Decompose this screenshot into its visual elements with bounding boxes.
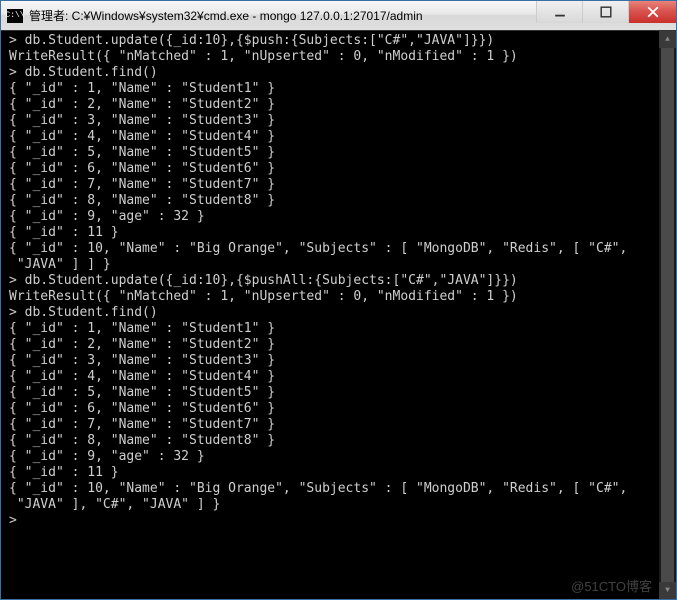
scroll-up-icon[interactable]: ▲	[659, 31, 676, 48]
terminal-area[interactable]: > db.Student.update({_id:10},{$push:{Sub…	[1, 31, 676, 599]
window-title: 管理者: C:¥Windows¥system32¥cmd.exe - mongo…	[29, 7, 536, 24]
terminal-output: > db.Student.update({_id:10},{$push:{Sub…	[9, 33, 668, 529]
cmd-icon: C:\\	[7, 9, 23, 23]
minimize-button[interactable]	[536, 1, 582, 23]
window-controls	[536, 1, 676, 30]
scrollbar-track[interactable]	[659, 48, 676, 582]
scroll-down-icon[interactable]: ▼	[659, 582, 676, 599]
command-prompt-window: C:\\ 管理者: C:¥Windows¥system32¥cmd.exe - …	[0, 0, 677, 600]
watermark-text: @51CTO博客	[571, 576, 652, 595]
close-button[interactable]	[628, 1, 676, 23]
vertical-scrollbar[interactable]: ▲ ▼	[659, 31, 676, 599]
titlebar[interactable]: C:\\ 管理者: C:¥Windows¥system32¥cmd.exe - …	[1, 1, 676, 31]
maximize-button[interactable]	[582, 1, 628, 23]
scrollbar-thumb[interactable]	[661, 48, 674, 582]
